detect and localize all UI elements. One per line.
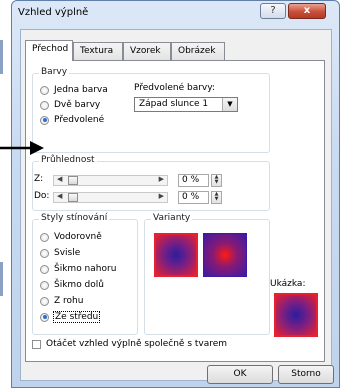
tab-texture[interactable]: Textura (73, 42, 123, 60)
radio-horizontal[interactable]: Vodorovně (40, 232, 102, 242)
preset-colors-select[interactable]: Západ slunce 1 ▼ (134, 97, 238, 112)
tab-picture[interactable]: Obrázek (171, 42, 225, 60)
transparency-from-input[interactable]: 0 % (178, 174, 209, 187)
radio-button (40, 232, 49, 242)
transparency-to-slider[interactable]: ◀ ▶ (53, 192, 168, 203)
shading-styles-group-label: Styly stínování (39, 213, 110, 223)
transparency-group: Průhlednost (32, 155, 270, 211)
radio-button (40, 85, 49, 95)
transparency-from-slider[interactable]: ◀ ▶ (53, 175, 168, 186)
radio-button (40, 296, 49, 306)
background-mark (0, 40, 3, 74)
rotate-fill-label: Otáčet vzhled výplně společně s tvarem (46, 339, 228, 349)
variants-group-label: Varianty (151, 213, 193, 223)
radio-button (40, 264, 49, 274)
preview-label: Ukázka: (270, 279, 306, 289)
transparency-to-label: Do: (34, 191, 50, 201)
radio-label: Vodorovně (54, 232, 102, 242)
radio-two-colors[interactable]: Dvě barvy (40, 100, 100, 110)
cancel-button[interactable]: Storno (278, 365, 334, 384)
variant-center-light-swatch[interactable] (203, 233, 247, 277)
radio-preset[interactable]: Předvolené (40, 115, 104, 125)
variant-center-dark-swatch[interactable] (154, 233, 198, 277)
radio-one-color[interactable]: Jedna barva (40, 85, 108, 95)
slider-thumb[interactable] (68, 176, 78, 185)
radio-button (40, 100, 49, 110)
transparency-from-spinner[interactable]: ▲ ▼ (211, 174, 222, 187)
radio-vertical[interactable]: Svisle (40, 248, 80, 258)
transparency-group-label: Průhlednost (39, 155, 97, 165)
tab-page-gradient: Barvy Jedna barva Dvě barvy Předvolené P… (25, 60, 325, 362)
radio-diagonal-down[interactable]: Šikmo dolů (40, 280, 104, 290)
preset-colors-value: Západ slunce 1 (139, 99, 209, 109)
radio-label: Šikmo nahoru (54, 264, 117, 274)
radio-label: Jedna barva (54, 85, 108, 95)
transparency-from-label: Z: (34, 174, 44, 184)
fill-preview-swatch (274, 293, 318, 337)
radio-button-selected (40, 312, 49, 322)
tab-gradient[interactable]: Přechod (25, 40, 73, 61)
arrow-right-icon[interactable]: ▶ (159, 175, 164, 183)
radio-button-selected (40, 115, 49, 125)
slider-thumb[interactable] (68, 193, 78, 202)
radio-diagonal-up[interactable]: Šikmo nahoru (40, 264, 116, 274)
ok-button[interactable]: OK (207, 365, 273, 384)
radio-label: Dvě barvy (54, 100, 101, 110)
transparency-to-spinner[interactable]: ▲ ▼ (211, 191, 222, 204)
preset-colors-label: Předvolené barvy: (134, 83, 215, 93)
colors-group-label: Barvy (39, 67, 70, 77)
tab-pattern[interactable]: Vzorek (123, 42, 171, 60)
arrow-left-icon[interactable]: ◀ (57, 192, 62, 200)
chevron-down-icon[interactable]: ▼ (222, 98, 237, 111)
radio-from-corner[interactable]: Z rohu (40, 296, 83, 306)
radio-button (40, 248, 49, 258)
rotate-fill-checkbox[interactable] (32, 340, 41, 349)
arrow-left-icon[interactable]: ◀ (57, 175, 62, 183)
radio-label: Z rohu (54, 296, 84, 306)
radio-label: Ze středu (52, 311, 101, 323)
arrow-right-icon[interactable]: ▶ (159, 192, 164, 200)
close-button[interactable]: x (288, 3, 326, 19)
radio-label: Šikmo dolů (54, 280, 104, 290)
arrow-right-icon (0, 141, 44, 155)
help-button[interactable]: ? (260, 3, 286, 19)
radio-button (40, 280, 49, 290)
background-mark (0, 262, 3, 296)
radio-label: Svisle (54, 248, 81, 258)
transparency-to-input[interactable]: 0 % (178, 191, 209, 204)
radio-from-center[interactable]: Ze středu (40, 311, 101, 323)
radio-label: Předvolené (54, 115, 105, 125)
dialog-title: Vzhled výplně (18, 7, 89, 18)
